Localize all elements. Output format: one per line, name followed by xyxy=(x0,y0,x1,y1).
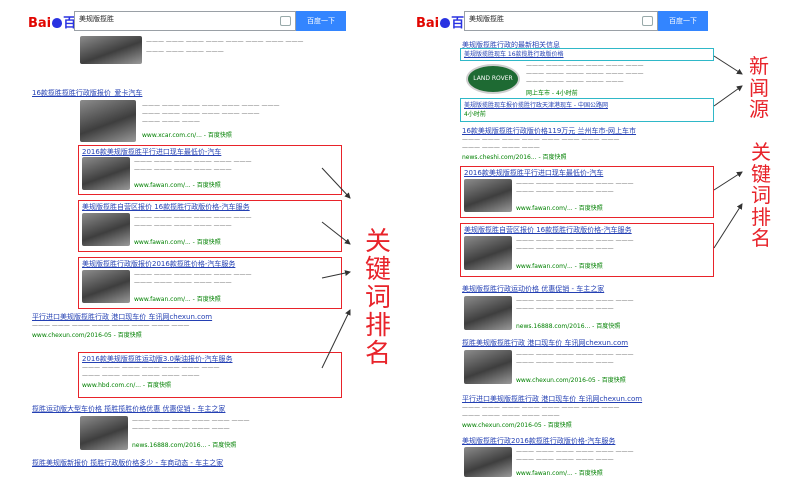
result-url[interactable]: www.chexun.com/2016-05 - 百度快照 xyxy=(516,375,626,384)
search-button[interactable]: 百度一下 xyxy=(658,11,708,31)
snippet-text: ——— ——— ——— ——— ——— ——— ——— ——— ——— ——— —… xyxy=(462,136,620,151)
result-url[interactable]: www.fawan.com/... - 百度快照 xyxy=(516,468,603,477)
snippet-text: ——— ——— ——— ——— ——— ——— ——— ——— ——— ——— —… xyxy=(142,102,280,125)
result-item: 美规版揽胜自营区报价 16款揽胜行政版价格-汽车服务 xyxy=(82,202,358,212)
search-input[interactable]: 美规版揽胜 xyxy=(74,11,296,31)
snippet-text: ——— ——— ——— ——— ——— ——— ——— ——— ——— ——— —… xyxy=(462,404,620,419)
result-item: 2016款美规版揽胜运动版3.0柴油报价-汽车服务 ——— ——— ——— ——… xyxy=(82,354,358,389)
result-url[interactable]: news.16888.com/2016... - 百度快照 xyxy=(132,440,236,449)
result-title[interactable]: 16款美规版揽胜行政版价格119万元 兰州车市-网上车市 xyxy=(462,126,724,136)
result-item: 美规版揽胜行政版报价2016款揽胜价格-汽车服务 xyxy=(82,259,358,269)
car-thumbnail[interactable] xyxy=(80,100,136,142)
result-item: 2016款美规版揽胜平行进口现车最低价-汽车 xyxy=(82,147,358,157)
snippet-text: ——— ——— ——— ——— ——— ——— ——— ——— xyxy=(146,38,304,45)
snippet-text: ——— ——— ——— ——— ——— ——— ——— ——— ——— ——— —… xyxy=(526,62,644,85)
car-thumbnail[interactable] xyxy=(464,236,512,270)
car-thumbnail[interactable] xyxy=(82,213,130,246)
camera-icon[interactable] xyxy=(280,16,291,26)
snippet-text: ——— ——— ——— ——— ——— ——— ——— ——— ——— ——— —… xyxy=(82,364,220,379)
car-thumbnail[interactable] xyxy=(464,296,512,330)
result-item: 16款揽胜揽胜行政版报价_爱卡汽车 xyxy=(32,88,358,98)
snippet-text: ——— ——— ——— ——— ——— ——— ——— ——— ——— ——— —… xyxy=(516,448,634,463)
result-title[interactable]: 美规版揽胜自营区报价 16款揽胜行政版价格-汽车服务 xyxy=(464,225,724,235)
land-rover-logo: LAND ROVER xyxy=(466,64,520,94)
result-title[interactable]: 美规版揽胜现车 16款揽胜行政版价格 xyxy=(464,49,724,58)
result-url[interactable]: www.fawan.com/... - 百度快照 xyxy=(134,294,221,303)
snippet-text: ——— ——— ——— ——— ——— ——— ——— ——— ——— ——— —… xyxy=(516,351,634,366)
keyword-ranking-label: 关键词排名 xyxy=(364,227,391,370)
result-url[interactable]: news.cheshi.com/2016... - 百度快照 xyxy=(462,152,724,161)
result-url[interactable]: www.fawan.com/... - 百度快照 xyxy=(516,203,603,212)
snippet-text: ——— ——— ——— ——— ——— ——— ——— ——— ——— ——— —… xyxy=(516,297,634,312)
query-text: 美规版揽胜 xyxy=(79,15,114,23)
snippet-text: ——— ——— ——— ——— ——— ——— ——— ——— ——— ——— —… xyxy=(516,237,634,252)
query-text: 美规版揽胜 xyxy=(469,15,504,23)
result-item: 美规版揽胜行政运动价格 优惠促销 - 车主之家 xyxy=(462,284,724,294)
snippet-text: ——— ——— ——— ——— ——— ——— ——— ——— ——— ——— —… xyxy=(134,214,252,229)
left-serp-screenshot: Bai百度 美规版揽胜 百度一下 ——— ——— ——— ——— ——— ———… xyxy=(22,0,362,480)
result-title[interactable]: 美规版揽胜行政版报价2016款揽胜价格-汽车服务 xyxy=(82,259,358,269)
car-thumbnail[interactable] xyxy=(80,416,128,450)
snippet-text: ——— ——— ——— ——— ——— ——— ——— ——— ——— ——— —… xyxy=(516,180,634,195)
result-title[interactable]: 揽胜运动版大型车价格 揽胜揽胜价格优惠 优惠促销 - 车主之家 xyxy=(32,404,358,414)
result-url[interactable]: 网上车市 - 4小时前 xyxy=(526,88,578,97)
result-item: 揽胜美规版新报价 揽胜行政版价格多少 - 车商动态 - 车主之家 xyxy=(32,458,358,468)
result-title[interactable]: 美规版揽胜现车报价揽胜行政天津港现车 - 中国公路网 xyxy=(464,100,724,109)
right-serp-screenshot: Bai百度 美规版揽胜 百度一下 美规版揽胜行政的最新相关信息 美规版揽胜现车 … xyxy=(410,0,728,480)
news-source-label: 新闻源 xyxy=(749,54,769,122)
car-thumbnail[interactable] xyxy=(82,157,130,190)
snippet-text: ——— ——— ——— ——— ——— ——— ——— ——— ——— ——— —… xyxy=(134,271,252,286)
result-title[interactable]: 美规版揽胜自营区报价 16款揽胜行政版价格-汽车服务 xyxy=(82,202,358,212)
result-title[interactable]: 2016款美规版揽胜平行进口现车最低价-汽车 xyxy=(464,168,724,178)
result-url[interactable]: news.16888.com/2016... - 百度快照 xyxy=(516,321,620,330)
result-title[interactable]: 美规版揽胜行政运动价格 优惠促销 - 车主之家 xyxy=(462,284,724,294)
result-item: 平行进口美规版揽胜行政 港口现车价 车讯网chexun.com ——— ——— … xyxy=(32,312,358,339)
car-thumbnail[interactable] xyxy=(464,350,512,384)
result-url[interactable]: www.fawan.com/... - 百度快照 xyxy=(134,180,221,189)
result-url[interactable]: www.hbd.com.cn/... - 百度快照 xyxy=(82,380,358,389)
car-thumbnail[interactable] xyxy=(82,270,130,303)
car-thumbnail[interactable] xyxy=(464,447,512,477)
result-title[interactable]: 美规版揽胜行政2016款揽胜行政版价格-汽车服务 xyxy=(462,436,724,446)
result-item: 揽胜美规版揽胜行政 港口现车价 车讯网chexun.com xyxy=(462,338,724,348)
result-url[interactable]: www.fawan.com/... - 百度快照 xyxy=(516,261,603,270)
result-url[interactable]: www.chexun.com/2016-05 - 百度快照 xyxy=(32,330,358,339)
result-url[interactable]: 4小时前 xyxy=(464,109,724,118)
logo-text-bai: Bai xyxy=(28,16,52,31)
result-url[interactable]: www.fawan.com/... - 百度快照 xyxy=(134,237,221,246)
result-item: 16款美规版揽胜行政版价格119万元 兰州车市-网上车市 ——— ——— ———… xyxy=(462,126,724,161)
result-item: 平行进口美规版揽胜行政 港口现车价 车讯网chexun.com ——— ——— … xyxy=(462,394,724,429)
search-header: Bai百度 美规版揽胜 百度一下 xyxy=(410,8,728,34)
car-thumbnail[interactable] xyxy=(80,36,142,64)
result-url[interactable]: www.xcar.com.cn/... - 百度快照 xyxy=(142,130,232,139)
result-item: 美规版揽胜自营区报价 16款揽胜行政版价格-汽车服务 xyxy=(464,225,724,235)
result-item: 美规版揽胜行政2016款揽胜行政版价格-汽车服务 xyxy=(462,436,724,446)
search-button[interactable]: 百度一下 xyxy=(296,11,346,31)
result-url[interactable]: www.chexun.com/2016-05 - 百度快照 xyxy=(462,420,724,429)
search-header: Bai百度 美规版揽胜 百度一下 xyxy=(22,8,362,34)
result-title[interactable]: 揽胜美规版揽胜行政 港口现车价 车讯网chexun.com xyxy=(462,338,724,348)
snippet-text: ——— ——— ——— ——— ——— ——— ——— ——— ——— ——— —… xyxy=(132,417,250,432)
result-item: 美规版揽胜现车 16款揽胜行政版价格 xyxy=(464,49,724,58)
result-title[interactable]: 平行进口美规版揽胜行政 港口现车价 车讯网chexun.com xyxy=(462,394,724,404)
result-title[interactable]: 平行进口美规版揽胜行政 港口现车价 车讯网chexun.com xyxy=(32,312,358,322)
search-input[interactable]: 美规版揽胜 xyxy=(464,11,658,31)
paw-icon xyxy=(52,18,63,28)
result-item: 揽胜运动版大型车价格 揽胜揽胜价格优惠 优惠促销 - 车主之家 xyxy=(32,404,358,414)
result-title[interactable]: 2016款美规版揽胜平行进口现车最低价-汽车 xyxy=(82,147,358,157)
camera-icon[interactable] xyxy=(642,16,653,26)
snippet-text: ——— ——— ——— ——— xyxy=(146,48,224,55)
result-title[interactable]: 16款揽胜揽胜行政版报价_爱卡汽车 xyxy=(32,88,358,98)
keyword-ranking-label-right: 关键词排名 xyxy=(751,140,771,251)
result-item: 美规版揽胜现车报价揽胜行政天津港现车 - 中国公路网 4小时前 xyxy=(464,100,724,118)
paw-icon xyxy=(440,18,451,28)
car-thumbnail[interactable] xyxy=(464,179,512,212)
result-title[interactable]: 揽胜美规版新报价 揽胜行政版价格多少 - 车商动态 - 车主之家 xyxy=(32,458,358,468)
result-item: 2016款美规版揽胜平行进口现车最低价-汽车 xyxy=(464,168,724,178)
snippet-text: ——— ——— ——— ——— ——— ——— ——— ——— ——— ——— —… xyxy=(134,158,252,173)
logo-text-bai: Bai xyxy=(416,16,440,31)
result-title[interactable]: 2016款美规版揽胜运动版3.0柴油报价-汽车服务 xyxy=(82,354,358,364)
snippet-text: ——— ——— ——— ——— ——— ——— ——— ——— xyxy=(32,322,190,329)
